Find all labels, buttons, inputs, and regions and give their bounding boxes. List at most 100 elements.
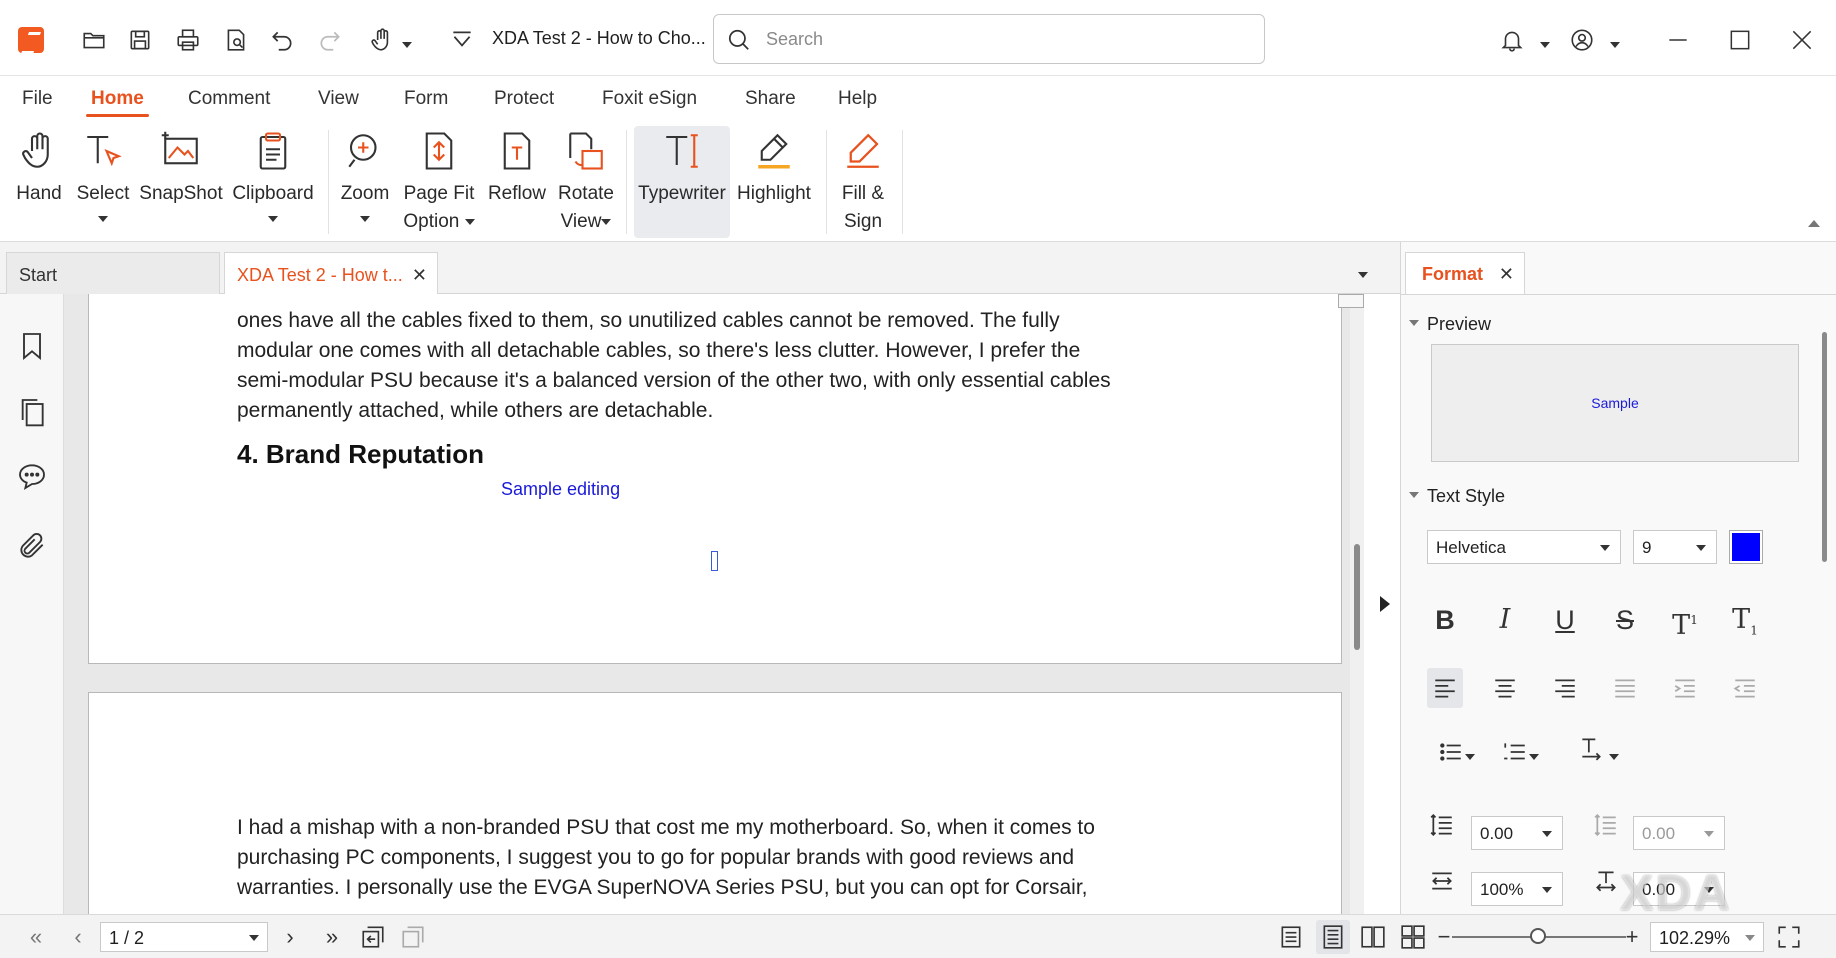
- rotate-view-button[interactable]: Rotate View: [554, 126, 618, 238]
- print-icon[interactable]: [170, 22, 206, 58]
- tab-current-document[interactable]: XDA Test 2 - How t... ✕: [224, 252, 438, 295]
- paragraph-spacing-select[interactable]: 0.00: [1633, 816, 1725, 850]
- facing-view-icon[interactable]: [1360, 924, 1386, 950]
- line-spacing-select[interactable]: 0.00: [1471, 816, 1563, 850]
- fill-sign-button[interactable]: Fill & Sign: [832, 126, 894, 238]
- print-preview-icon[interactable]: [218, 22, 254, 58]
- bookmark-icon[interactable]: [16, 330, 48, 362]
- italic-button[interactable]: I: [1487, 600, 1523, 640]
- bullet-list-button[interactable]: [1427, 732, 1475, 772]
- document-scrollbar[interactable]: [1338, 294, 1364, 914]
- select-dropdown-icon[interactable]: [98, 215, 108, 222]
- select-button[interactable]: Select: [74, 126, 132, 238]
- undo-icon[interactable]: [264, 22, 300, 58]
- notifications-bell-icon[interactable]: [1494, 22, 1530, 58]
- tab-comment[interactable]: Comment: [188, 88, 270, 110]
- reflow-button[interactable]: Reflow: [484, 126, 550, 238]
- next-page-icon[interactable]: ›: [276, 924, 304, 952]
- bold-button[interactable]: B: [1427, 600, 1463, 640]
- justify-button[interactable]: [1607, 668, 1643, 708]
- numbered-list-button[interactable]: [1491, 732, 1539, 772]
- redo-icon[interactable]: [312, 22, 348, 58]
- fullscreen-icon[interactable]: [1776, 924, 1802, 950]
- font-size-select[interactable]: 9: [1633, 530, 1717, 564]
- zoom-dropdown-icon[interactable]: [360, 215, 370, 222]
- account-avatar-icon[interactable]: [1564, 22, 1600, 58]
- attachment-icon[interactable]: [16, 530, 48, 562]
- font-color-picker[interactable]: [1729, 530, 1763, 564]
- clipboard-dropdown-icon[interactable]: [268, 215, 278, 222]
- strikethrough-button[interactable]: S: [1607, 600, 1643, 640]
- zoom-slider-thumb[interactable]: [1530, 928, 1546, 944]
- previous-page-icon[interactable]: ‹: [64, 924, 92, 952]
- document-view[interactable]: ones have all the cables fixed to them, …: [64, 294, 1364, 914]
- tab-view[interactable]: View: [318, 88, 359, 110]
- numbered-list-dropdown-icon[interactable]: [1529, 754, 1539, 760]
- tab-help[interactable]: Help: [838, 88, 877, 110]
- tab-form[interactable]: Form: [404, 88, 448, 110]
- page-number-select[interactable]: 1 / 2: [100, 922, 268, 952]
- close-tab-icon[interactable]: ✕: [412, 265, 427, 286]
- tab-protect[interactable]: Protect: [494, 88, 554, 110]
- highlight-button[interactable]: Highlight: [734, 126, 814, 238]
- maximize-icon[interactable]: [1722, 22, 1758, 58]
- typewriter-annotation[interactable]: Sample editing: [501, 479, 620, 500]
- hand-button[interactable]: Hand: [8, 126, 70, 238]
- open-folder-icon[interactable]: [76, 22, 112, 58]
- panel-scrollbar-thumb[interactable]: [1822, 332, 1827, 562]
- continuous-view-button[interactable]: [1316, 920, 1350, 954]
- font-family-select[interactable]: Helvetica: [1427, 530, 1621, 564]
- character-scale-select[interactable]: 100%: [1471, 872, 1563, 906]
- typewriter-button[interactable]: Typewriter: [634, 126, 730, 238]
- align-center-button[interactable]: [1487, 668, 1523, 708]
- close-window-icon[interactable]: [1784, 22, 1820, 58]
- first-page-icon[interactable]: «: [22, 924, 50, 952]
- previous-view-icon[interactable]: [360, 924, 386, 950]
- bullet-list-dropdown-icon[interactable]: [1465, 754, 1475, 760]
- subscript-button[interactable]: T1: [1727, 600, 1763, 640]
- panel-scrollbar[interactable]: [1817, 302, 1833, 842]
- expand-right-panel-icon[interactable]: [1380, 596, 1390, 612]
- tab-list-dropdown-icon[interactable]: [1358, 266, 1368, 284]
- pages-icon[interactable]: [16, 396, 48, 428]
- increase-indent-button[interactable]: [1667, 668, 1703, 708]
- text-direction-dropdown-icon[interactable]: [1609, 754, 1619, 760]
- close-format-panel-icon[interactable]: ✕: [1499, 264, 1514, 285]
- align-right-button[interactable]: [1547, 668, 1583, 708]
- save-icon[interactable]: [122, 22, 158, 58]
- search-box[interactable]: [713, 14, 1265, 64]
- preview-section-header[interactable]: Preview: [1408, 314, 1491, 335]
- notifications-dropdown-icon[interactable]: [1540, 36, 1550, 54]
- clipboard-button[interactable]: Clipboard: [230, 126, 316, 238]
- tab-foxit-esign[interactable]: Foxit eSign: [602, 88, 697, 110]
- snapshot-button[interactable]: SnapShot: [138, 126, 224, 238]
- single-page-view-icon[interactable]: [1278, 924, 1304, 950]
- quick-access-dropdown-icon[interactable]: [402, 36, 412, 54]
- underline-button[interactable]: U: [1547, 600, 1583, 640]
- decrease-indent-button[interactable]: [1727, 668, 1763, 708]
- next-view-icon[interactable]: [400, 924, 426, 950]
- hand-tool-quick-icon[interactable]: [364, 22, 400, 58]
- search-input[interactable]: [766, 25, 1246, 53]
- zoom-button[interactable]: Zoom: [334, 126, 396, 238]
- text-style-section-header[interactable]: Text Style: [1408, 486, 1505, 507]
- tab-start[interactable]: Start: [6, 252, 220, 295]
- tab-format[interactable]: Format ✕: [1405, 252, 1525, 295]
- comments-icon[interactable]: [16, 460, 48, 492]
- minimize-icon[interactable]: [1660, 22, 1696, 58]
- scrollbar-thumb[interactable]: [1354, 544, 1360, 650]
- superscript-button[interactable]: T1: [1667, 600, 1703, 641]
- tab-share[interactable]: Share: [745, 88, 796, 110]
- text-direction-button[interactable]: [1567, 728, 1615, 768]
- align-left-button[interactable]: [1427, 668, 1463, 708]
- account-dropdown-icon[interactable]: [1610, 36, 1620, 54]
- collapse-ribbon-icon[interactable]: [1808, 220, 1820, 227]
- tab-home[interactable]: Home: [86, 88, 149, 117]
- tab-file[interactable]: File: [22, 88, 53, 110]
- continuous-facing-view-icon[interactable]: [1400, 924, 1426, 950]
- zoom-out-icon[interactable]: −: [1430, 924, 1458, 952]
- zoom-level-select[interactable]: 102.29%: [1650, 922, 1764, 952]
- zoom-in-icon[interactable]: +: [1618, 924, 1646, 952]
- customize-toolbar-icon[interactable]: [444, 22, 480, 58]
- last-page-icon[interactable]: »: [318, 924, 346, 952]
